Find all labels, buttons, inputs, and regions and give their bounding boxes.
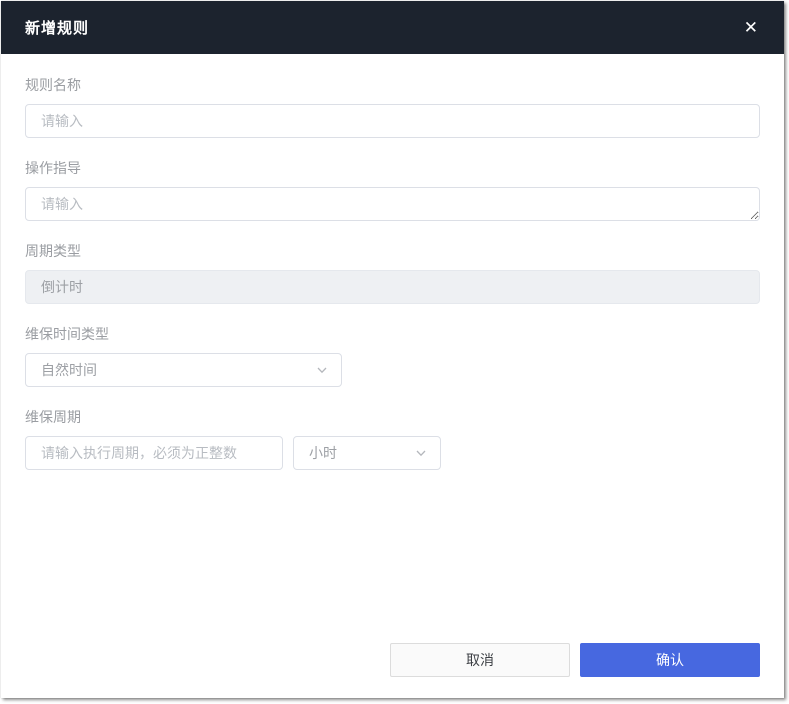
maintenance-time-type-label: 维保时间类型: [25, 326, 109, 342]
dialog-body: 规则名称 操作指导 周期类型 倒计时 维保时间类型 自然时间 维保周期: [1, 54, 784, 643]
maintenance-time-type-value: 自然时间: [41, 362, 97, 378]
operation-guide-textarea[interactable]: [25, 187, 760, 221]
field-maintenance-cycle: 维保周期 小时: [25, 408, 760, 470]
cycle-unit-select[interactable]: 小时: [293, 436, 441, 470]
field-cycle-type: 周期类型 倒计时: [25, 242, 760, 304]
close-icon[interactable]: ✕: [742, 17, 760, 38]
rule-name-input[interactable]: [25, 104, 760, 138]
maintenance-cycle-label: 维保周期: [25, 409, 81, 425]
cancel-button[interactable]: 取消: [390, 643, 570, 677]
dialog-footer: 取消 确认: [1, 643, 784, 698]
cycle-type-label: 周期类型: [25, 243, 81, 259]
dialog-header: 新增规则 ✕: [1, 1, 784, 54]
rule-name-label: 规则名称: [25, 77, 81, 93]
operation-guide-label: 操作指导: [25, 160, 81, 176]
dialog-title: 新增规则: [25, 20, 90, 37]
field-rule-name: 规则名称: [25, 76, 760, 138]
maintenance-time-type-select[interactable]: 自然时间: [25, 353, 342, 387]
cycle-type-disabled-input: 倒计时: [25, 270, 760, 304]
chevron-down-icon: [315, 363, 329, 377]
maintenance-cycle-input[interactable]: [25, 436, 283, 470]
cycle-type-value: 倒计时: [41, 279, 83, 295]
field-maintenance-time-type: 维保时间类型 自然时间: [25, 325, 760, 387]
add-rule-dialog: 新增规则 ✕ 规则名称 操作指导 周期类型 倒计时 维保时间类型 自然时间: [1, 1, 784, 698]
cycle-unit-value: 小时: [309, 445, 337, 461]
confirm-button[interactable]: 确认: [580, 643, 760, 677]
chevron-down-icon: [414, 446, 428, 460]
field-operation-guide: 操作指导: [25, 159, 760, 221]
